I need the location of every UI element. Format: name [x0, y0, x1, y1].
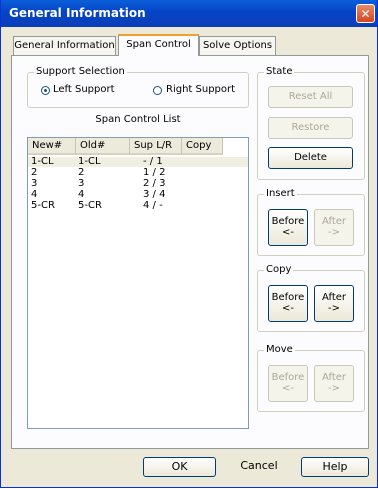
reset-all-button[interactable]: Reset All [268, 86, 353, 108]
close-icon: ✕ [360, 7, 371, 21]
cell-new: 4 [31, 189, 38, 200]
insert-after-button[interactable]: After -> [314, 209, 354, 246]
insert-before-button[interactable]: Before <- [268, 209, 308, 246]
left-arrow-icon: <- [282, 383, 294, 394]
support-selection-title: Support Selection [34, 66, 127, 78]
cancel-button[interactable]: Cancel [224, 457, 294, 477]
state-title: State [264, 66, 295, 78]
close-button[interactable]: ✕ [356, 4, 375, 23]
right-support-label[interactable]: Right Support [166, 84, 235, 95]
cell-sup: 1 / 2 [143, 167, 166, 178]
title-bar[interactable]: General Information ✕ [1, 0, 377, 27]
cell-sup: 2 / 3 [143, 178, 166, 189]
dialog-window: General Information ✕ General Informatio… [0, 0, 378, 488]
move-before-button[interactable]: Before <- [268, 365, 308, 402]
table-row[interactable]: 2 2 1 / 2 [28, 168, 248, 178]
ok-button[interactable]: OK [143, 457, 216, 477]
cell-old: 5-CR [78, 200, 102, 211]
table-row[interactable]: 1-CL 1-CL - / 1 [28, 157, 248, 167]
cell-old: 1-CL [78, 156, 101, 167]
right-support-radio[interactable] [153, 86, 162, 95]
insert-title: Insert [264, 188, 297, 200]
tab-solve-options[interactable]: Solve Options [199, 36, 276, 55]
cell-sup: 3 / 4 [143, 189, 166, 200]
column-header-copy[interactable]: Copy [182, 138, 223, 155]
copy-after-button[interactable]: After -> [314, 285, 354, 322]
column-header-new[interactable]: New# [28, 138, 76, 155]
copy-title: Copy [264, 264, 294, 276]
cell-old: 3 [78, 178, 85, 189]
cell-new: 1-CL [31, 156, 54, 167]
span-control-list-title: Span Control List [95, 114, 181, 125]
window-title: General Information [9, 6, 146, 20]
move-after-button[interactable]: After -> [314, 365, 354, 402]
right-arrow-icon: -> [328, 227, 340, 238]
right-arrow-icon: -> [328, 383, 340, 394]
left-arrow-icon: <- [282, 303, 294, 314]
copy-before-button[interactable]: Before <- [268, 285, 308, 322]
cell-new: 5-CR [31, 200, 55, 211]
cell-old: 4 [78, 189, 85, 200]
span-control-list[interactable]: New# Old# Sup L/R Copy 1-CL 1-CL - / 1 2… [27, 137, 249, 429]
move-title: Move [264, 344, 295, 356]
column-header-old[interactable]: Old# [76, 138, 130, 155]
column-header-sup[interactable]: Sup L/R [130, 138, 182, 155]
table-row[interactable]: 5-CR 5-CR 4 / - [28, 201, 248, 211]
left-arrow-icon: <- [282, 227, 294, 238]
table-row[interactable]: 4 4 3 / 4 [28, 190, 248, 200]
tab-span-control[interactable]: Span Control [118, 34, 199, 56]
cell-new: 3 [31, 178, 38, 189]
cell-old: 2 [78, 167, 85, 178]
tab-general-information[interactable]: General Information [13, 36, 116, 55]
help-button[interactable]: Help [301, 457, 369, 477]
cell-new: 2 [31, 167, 38, 178]
delete-button[interactable]: Delete [268, 147, 353, 169]
table-row[interactable]: 3 3 2 / 3 [28, 179, 248, 189]
restore-button[interactable]: Restore [268, 117, 353, 139]
left-support-radio[interactable] [41, 86, 50, 95]
left-support-label[interactable]: Left Support [53, 84, 115, 95]
right-arrow-icon: -> [328, 303, 340, 314]
cell-sup: 4 / - [143, 200, 163, 211]
cell-sup: - / 1 [143, 156, 163, 167]
